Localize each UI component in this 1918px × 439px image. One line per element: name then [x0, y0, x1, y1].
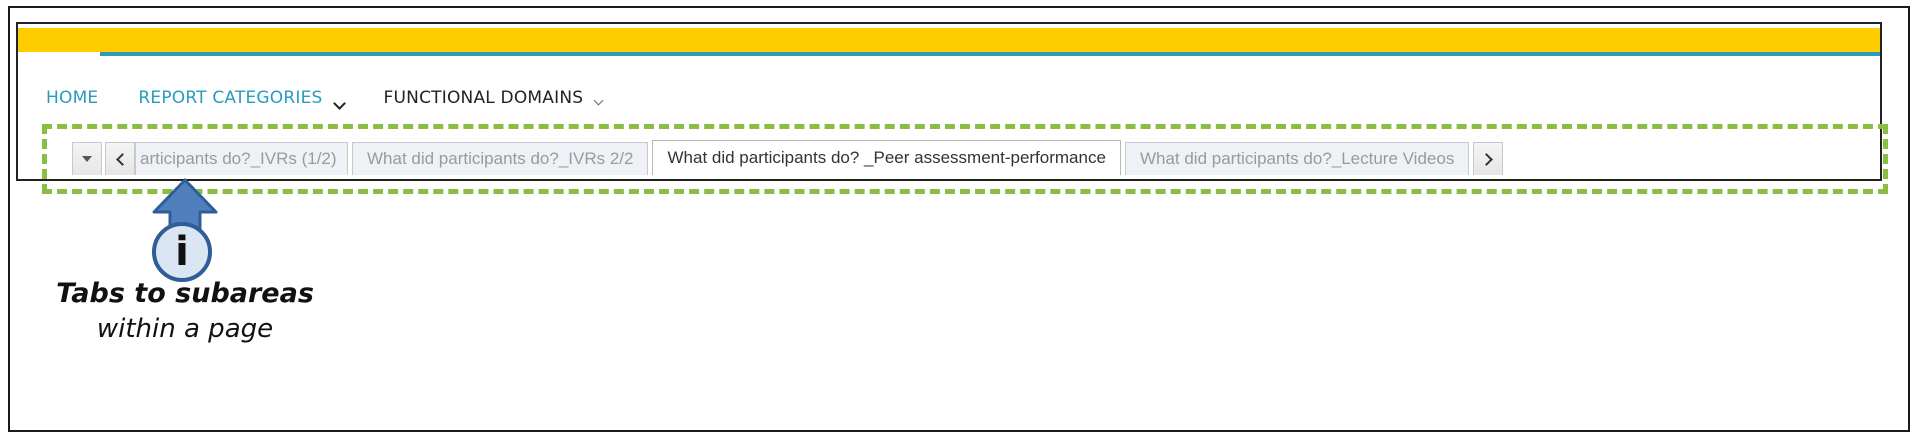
nav-report-categories[interactable]: REPORT CATEGORIES: [138, 88, 346, 110]
chevron-down-icon: [593, 95, 604, 105]
nav-functional-domains[interactable]: FUNCTIONAL DOMAINS: [383, 88, 604, 108]
annotation-subtitle: within a page: [96, 314, 274, 344]
nav-home[interactable]: HOME: [46, 88, 98, 108]
info-glyph: i: [175, 229, 189, 275]
brand-bar: [18, 28, 1880, 52]
chevron-down-icon: [332, 96, 346, 110]
nav-functional-domains-label: FUNCTIONAL DOMAINS: [383, 88, 584, 108]
info-icon: i: [152, 222, 212, 282]
annotation-title: Tabs to subareas: [56, 278, 314, 309]
nav-report-categories-label: REPORT CATEGORIES: [138, 88, 323, 108]
main-nav: HOME REPORT CATEGORIES FUNCTIONAL DOMAIN…: [46, 78, 642, 118]
nav-home-label: HOME: [46, 88, 99, 108]
accent-line: [100, 52, 1880, 56]
tabs-highlight-box: [42, 124, 1888, 194]
